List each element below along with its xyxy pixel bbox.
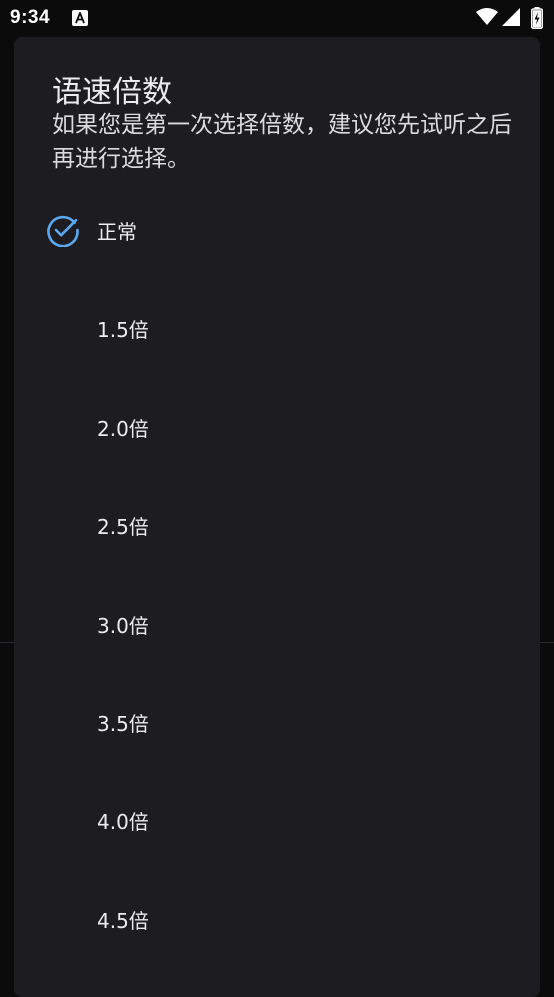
speed-option-label: 1.5倍 <box>97 318 149 343</box>
battery-charging-icon <box>531 7 543 33</box>
speed-option-label: 4.0倍 <box>97 810 149 835</box>
speed-options-list: 正常 1.5倍 2.0倍 2.5倍 3.0倍 3.5倍 4.0倍 4.5倍 <box>14 180 540 967</box>
speed-option[interactable]: 3.0倍 <box>14 574 540 672</box>
check-circle-icon <box>46 213 80 248</box>
accessibility-a-icon <box>72 10 88 26</box>
speed-option[interactable]: 2.0倍 <box>14 377 540 475</box>
dialog-title: 语速倍数 <box>52 75 172 110</box>
speed-option-label: 正常 <box>97 220 137 244</box>
speed-option[interactable]: 正常 <box>14 180 540 278</box>
speed-option-label: 3.0倍 <box>97 613 149 638</box>
wifi-icon <box>476 8 498 30</box>
cell-signal-icon <box>502 8 520 30</box>
speed-option-label: 2.5倍 <box>97 515 149 540</box>
status-time: 9:34 <box>10 7 51 28</box>
speed-option[interactable]: 4.0倍 <box>14 770 540 868</box>
status-bar: 9:34 <box>0 0 554 36</box>
speed-option[interactable]: 2.5倍 <box>14 475 540 573</box>
speed-option[interactable]: 4.5倍 <box>14 869 540 967</box>
speed-option-label: 3.5倍 <box>97 711 149 736</box>
dialog-message: 如果您是第一次选择倍数，建议您先试听之后再进行选择。 <box>52 112 512 172</box>
speed-multiplier-dialog: 语速倍数 如果您是第一次选择倍数，建议您先试听之后再进行选择。 正常 1.5倍 2.… <box>14 37 540 997</box>
speed-option[interactable]: 1.5倍 <box>14 278 540 376</box>
speed-option[interactable]: 3.5倍 <box>14 672 540 770</box>
speed-option-label: 2.0倍 <box>97 416 149 441</box>
speed-option-label: 4.5倍 <box>97 908 149 933</box>
